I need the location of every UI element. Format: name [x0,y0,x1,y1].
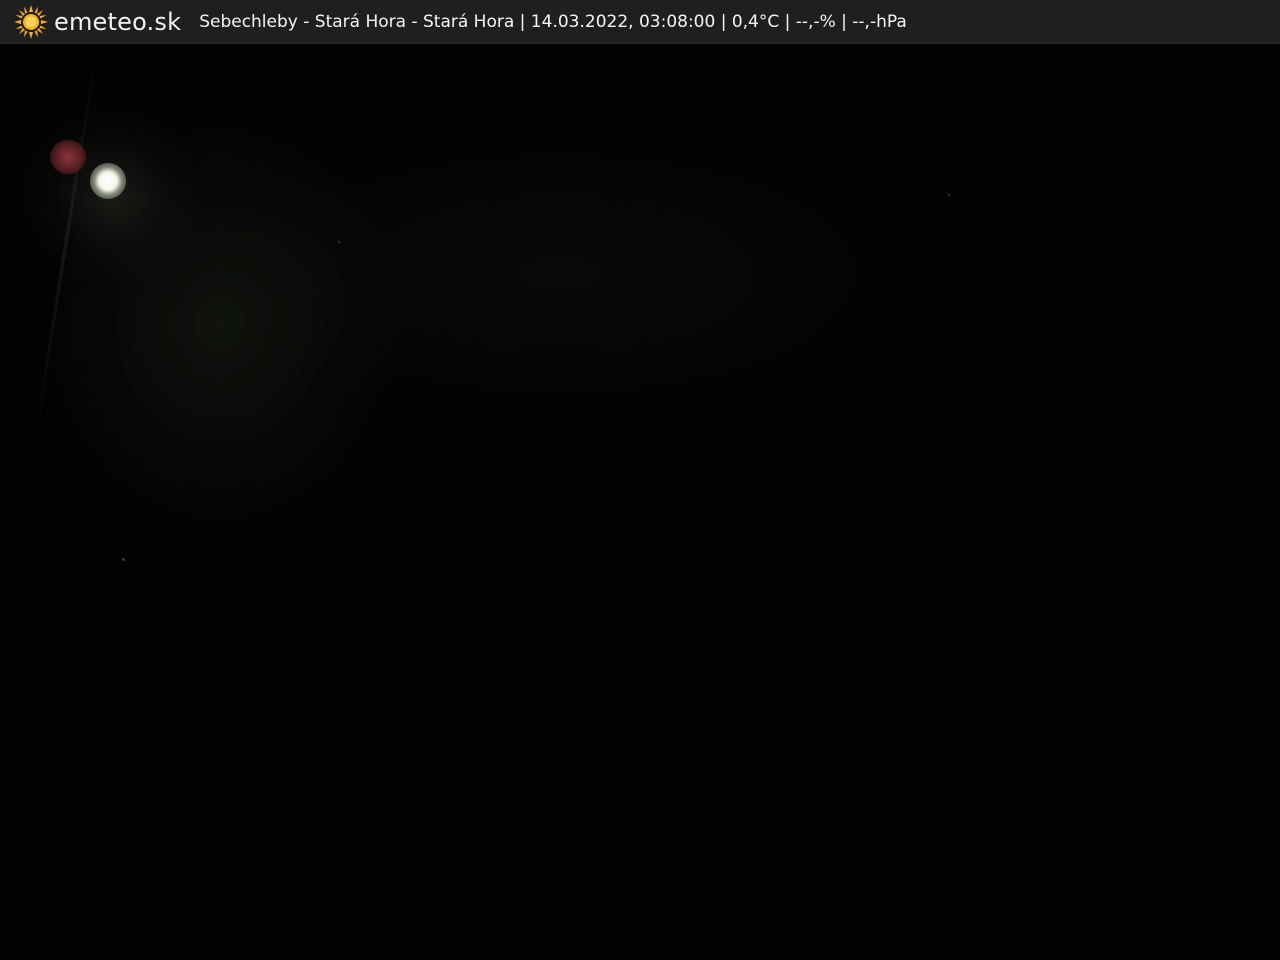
webcam-frame: emeteo.sk Sebechleby - Stará Hora - Star… [0,0,1280,960]
site-logo[interactable]: emeteo.sk [14,0,181,44]
white-light [90,163,126,199]
sun-icon [14,4,48,39]
red-light [50,140,86,174]
webcam-image [0,44,1280,960]
speck [948,194,950,196]
header-bar: emeteo.sk Sebechleby - Stará Hora - Star… [0,0,1280,44]
speck [338,241,340,243]
station-caption: Sebechleby - Stará Hora - Stará Hora | 1… [199,11,907,32]
brand-name: emeteo.sk [54,7,182,36]
speck [122,558,125,561]
